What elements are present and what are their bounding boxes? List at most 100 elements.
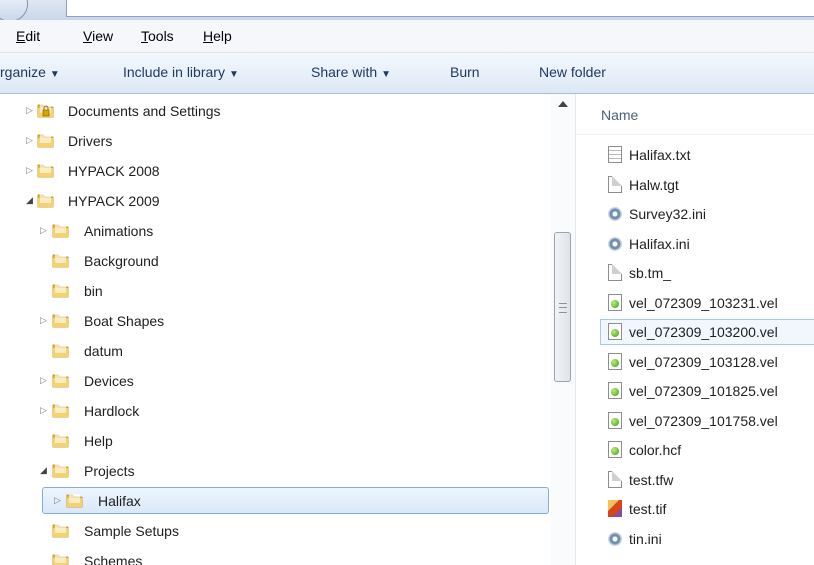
tree-item-animations[interactable]: ▷ Animations <box>0 216 551 246</box>
tree-item-schemes[interactable]: Schemes <box>0 546 551 565</box>
file-name: vel_072309_103200.vel <box>629 324 778 340</box>
tree-item-projects[interactable]: ◢ Projects <box>0 456 551 486</box>
menu-edit-mnemonic: E <box>16 28 26 44</box>
tree-item-halifax[interactable]: ▷ Halifax <box>0 486 551 516</box>
menu-edit[interactable]: Edit <box>16 28 40 44</box>
menu-help[interactable]: Help <box>203 28 232 44</box>
share-with-dropdown-arrow-icon: ▼ <box>381 69 392 80</box>
file-item[interactable]: tin.ini <box>604 526 814 552</box>
file-name: vel_072309_103128.vel <box>629 354 778 370</box>
tree-item-hypack-2008[interactable]: ▷ HYPACK 2008 <box>0 156 551 186</box>
tree-item-label: Halifax <box>98 493 141 509</box>
file-item[interactable]: Halifax.ini <box>604 231 814 257</box>
folder-icon <box>52 374 69 388</box>
collapsed-arrow-icon[interactable]: ▷ <box>54 494 64 506</box>
file-name: vel_072309_103231.vel <box>629 295 778 311</box>
tree-item-devices[interactable]: ▷ Devices <box>0 366 551 396</box>
file-item[interactable]: Halw.tgt <box>604 172 814 198</box>
folder-icon <box>37 164 54 178</box>
share-with-label: Share with <box>311 64 378 80</box>
collapsed-arrow-icon[interactable]: ▷ <box>40 404 50 416</box>
address-bar[interactable] <box>66 0 814 17</box>
tree-item-help[interactable]: Help <box>0 426 551 456</box>
file-item[interactable]: vel_072309_101758.vel <box>604 408 814 434</box>
blank-file-icon <box>608 264 622 281</box>
folder-icon <box>52 344 69 358</box>
file-name: test.tif <box>629 501 667 517</box>
tree-item-drivers[interactable]: ▷ Drivers <box>0 126 551 156</box>
share-with-button[interactable]: Share with ▼ <box>311 64 391 80</box>
scroll-up-arrow-icon[interactable] <box>558 101 568 107</box>
menu-view-label: iew <box>92 28 114 44</box>
scroll-thumb[interactable] <box>554 232 571 382</box>
tree-item-label: Animations <box>84 223 154 239</box>
tree-item-background[interactable]: Background <box>0 246 551 276</box>
include-in-library-button[interactable]: Include in library ▼ <box>123 64 239 80</box>
menu-help-label: elp <box>213 28 232 44</box>
menu-tools[interactable]: Tools <box>141 28 174 44</box>
locked-folder-icon <box>37 104 54 118</box>
settings-file-icon <box>608 235 622 252</box>
menu-edit-label: dit <box>25 28 41 44</box>
menu-tools-mnemonic: T <box>141 28 148 44</box>
folder-icon <box>52 464 69 478</box>
organize-label: rganize <box>0 64 46 80</box>
file-name: Halifax.ini <box>629 236 690 252</box>
organize-dropdown-arrow-icon: ▼ <box>49 69 60 80</box>
file-item[interactable]: sb.tm_ <box>604 260 814 286</box>
folder-icon <box>52 404 69 418</box>
folder-icon <box>52 254 69 268</box>
folder-icon <box>66 494 83 508</box>
tree-item-boat-shapes[interactable]: ▷ Boat Shapes <box>0 306 551 336</box>
blank-file-icon <box>608 176 622 193</box>
tree-item-datum[interactable]: datum <box>0 336 551 366</box>
file-item[interactable]: test.tfw <box>604 467 814 493</box>
file-item[interactable]: test.tif <box>604 496 814 522</box>
tree-item-label: datum <box>84 343 123 359</box>
menu-view[interactable]: View <box>83 28 113 44</box>
file-name: sb.tm_ <box>629 265 672 281</box>
collapsed-arrow-icon[interactable]: ▷ <box>26 164 36 176</box>
collapsed-arrow-icon[interactable]: ▷ <box>40 374 50 386</box>
file-item[interactable]: Halifax.txt <box>604 142 814 168</box>
tree-item-label: Help <box>84 433 113 449</box>
tree-item-label: bin <box>84 283 103 299</box>
collapsed-arrow-icon[interactable]: ▷ <box>40 314 50 326</box>
file-item[interactable]: Survey32.ini <box>604 201 814 227</box>
tree-item-label: Background <box>84 253 159 269</box>
file-name: color.hcf <box>629 442 682 458</box>
folder-icon <box>52 284 69 298</box>
menu-bar: Edit View Tools Help <box>0 20 814 53</box>
collapsed-arrow-icon[interactable]: ▷ <box>26 104 36 116</box>
tree-item-hardlock[interactable]: ▷ Hardlock <box>0 396 551 426</box>
include-in-library-dropdown-arrow-icon: ▼ <box>228 69 239 80</box>
file-item[interactable]: vel_072309_103128.vel <box>604 349 814 375</box>
folder-icon <box>52 524 69 538</box>
expanded-arrow-icon[interactable]: ◢ <box>26 194 36 206</box>
navigation-scrollbar[interactable] <box>551 94 576 565</box>
file-list-pane: Name Halifax.txt Halw.tgt Survey32.ini Hali… <box>576 94 814 565</box>
file-item[interactable]: vel_072309_103200.vel <box>600 319 814 345</box>
new-folder-button[interactable]: New folder <box>539 64 606 80</box>
menu-help-mnemonic: H <box>203 28 214 44</box>
file-item[interactable]: vel_072309_101825.vel <box>604 378 814 404</box>
tree-item-hypack-2009[interactable]: ◢ HYPACK 2009 <box>0 186 551 216</box>
folder-icon <box>52 434 69 448</box>
file-item[interactable]: color.hcf <box>604 437 814 463</box>
tree-item-label: Projects <box>84 463 135 479</box>
scroll-grip-icon <box>559 303 567 313</box>
navigation-pane: ▷ Documents and Settings ▷ Drivers ▷ HYPACK 2… <box>0 94 551 565</box>
text-file-icon <box>608 146 622 163</box>
back-button[interactable] <box>0 0 28 22</box>
organize-button[interactable]: rganize ▼ <box>0 64 60 80</box>
file-item[interactable]: vel_072309_103231.vel <box>604 290 814 316</box>
collapsed-arrow-icon[interactable]: ▷ <box>40 224 50 236</box>
menu-tools-label: ools <box>148 28 174 44</box>
tree-item-bin[interactable]: bin <box>0 276 551 306</box>
expanded-arrow-icon[interactable]: ◢ <box>40 464 50 476</box>
tree-item-sample-setups[interactable]: Sample Setups <box>0 516 551 546</box>
burn-button[interactable]: Burn <box>450 64 480 80</box>
tree-item-documents-and-settings[interactable]: ▷ Documents and Settings <box>0 96 551 126</box>
name-column-header[interactable]: Name <box>601 107 638 123</box>
collapsed-arrow-icon[interactable]: ▷ <box>26 134 36 146</box>
